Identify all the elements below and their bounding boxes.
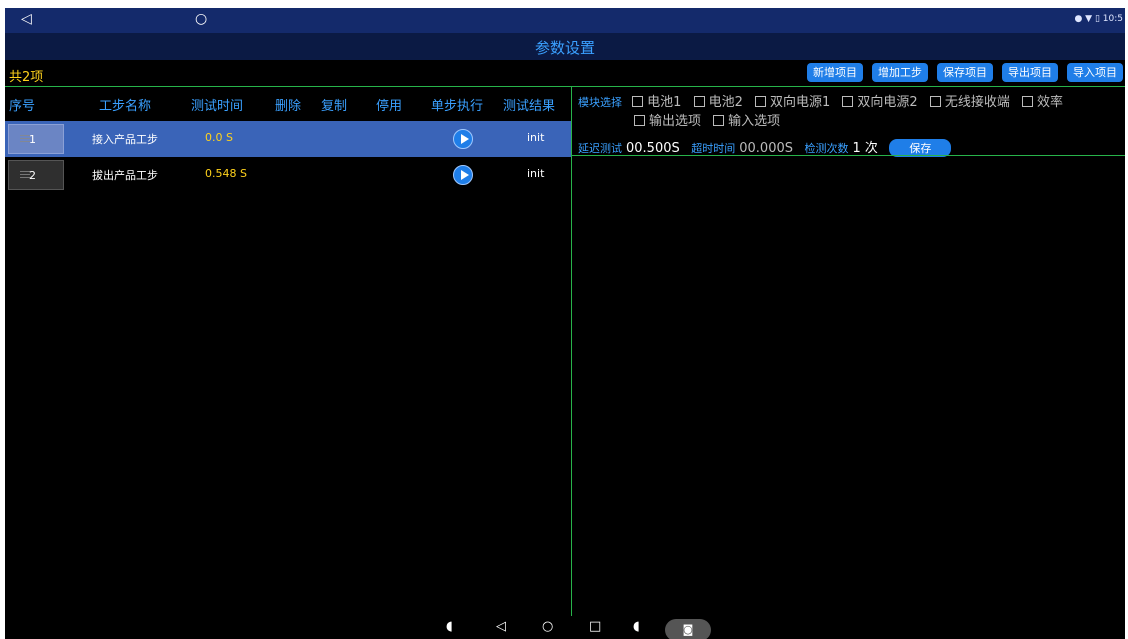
table-row[interactable]: 2 拔出产品工步 0.548 S init xyxy=(5,157,571,193)
checkbox-icon[interactable] xyxy=(632,96,644,107)
volume-down-icon[interactable]: ◖ xyxy=(446,619,453,634)
step-settings-panel: 模块选择 电池1 电池2 双向电源1 双向电源2 无线接收端 效率 输出选项 输… xyxy=(572,87,1125,617)
checkbox-battery1[interactable]: 电池1 xyxy=(632,95,681,110)
import-project-button[interactable]: 导入项目 xyxy=(1067,63,1123,82)
checkbox-wireless-receiver[interactable]: 无线接收端 xyxy=(929,95,1010,110)
delay-value[interactable]: 00.500S xyxy=(626,141,680,156)
screen: ◁ ○ ● ▼ ▯ 10:5 参数设置 共2项 新增项目 增加工步 保存项目 导… xyxy=(5,8,1125,639)
timeout-value[interactable]: 00.000S xyxy=(739,141,793,156)
checkbox-icon[interactable] xyxy=(842,96,854,107)
timeout-label: 超时时间 xyxy=(691,142,736,155)
status-bar: ◁ ○ ● ▼ ▯ 10:5 xyxy=(5,8,1125,33)
row-index[interactable]: 1 xyxy=(8,124,64,154)
checkbox-icon[interactable] xyxy=(634,115,645,126)
row-index[interactable]: 2 xyxy=(8,160,64,190)
add-step-button[interactable]: 增加工步 xyxy=(872,63,928,82)
step-list-panel: 序号 工步名称 测试时间 删除 复制 停用 单步执行 测试结果 1 接入产品工步… xyxy=(5,87,571,617)
module-select: 模块选择 电池1 电池2 双向电源1 双向电源2 无线接收端 效率 xyxy=(578,93,1118,112)
nav-bar: ◖ ◁ ○ □ ◖ ◙ xyxy=(5,616,1125,639)
step-time: 0.0 S xyxy=(205,131,233,144)
export-project-button[interactable]: 导出项目 xyxy=(1002,63,1058,82)
home-icon[interactable]: ○ xyxy=(542,619,553,634)
checkbox-bidirectional-power1[interactable]: 双向电源1 xyxy=(754,95,830,110)
step-name: 接入产品工步 xyxy=(92,133,158,146)
checkbox-icon[interactable] xyxy=(929,96,941,107)
checkbox-input-options[interactable]: 输入选项 xyxy=(713,114,780,129)
back-icon[interactable]: ◁ xyxy=(496,619,506,634)
screenshot-icon[interactable]: ◙ xyxy=(665,619,711,639)
step-time: 0.548 S xyxy=(205,167,247,180)
checkbox-icon[interactable] xyxy=(713,115,725,126)
count-bar: 共2项 新增项目 增加工步 保存项目 导出项目 导入项目 xyxy=(5,60,1125,87)
page-title: 参数设置 xyxy=(534,39,595,57)
header-disable: 停用 xyxy=(376,99,403,114)
status-icons: ● ▼ ▯ 10:5 xyxy=(1074,14,1123,24)
checkbox-bidirectional-power2[interactable]: 双向电源2 xyxy=(842,95,918,110)
horizontal-divider xyxy=(572,155,1125,156)
checkbox-icon[interactable] xyxy=(1021,96,1033,107)
table-header: 序号 工步名称 测试时间 删除 复制 停用 单步执行 测试结果 xyxy=(5,87,571,117)
save-project-button[interactable]: 保存项目 xyxy=(937,63,993,82)
check-count-value[interactable]: 1 次 xyxy=(853,141,878,156)
checkbox-icon[interactable] xyxy=(693,96,705,107)
step-result: init xyxy=(527,167,545,180)
header-single-step: 单步执行 xyxy=(431,99,484,114)
step-result: init xyxy=(527,131,545,144)
toolbar: 新增项目 增加工步 保存项目 导出项目 导入项目 xyxy=(807,63,1123,82)
back-icon[interactable]: ◁ xyxy=(21,11,32,27)
table-row[interactable]: 1 接入产品工步 0.0 S init xyxy=(5,121,571,157)
play-icon[interactable] xyxy=(453,165,473,185)
checkbox-output-options[interactable]: 输出选项 xyxy=(634,114,701,129)
header-test-time: 测试时间 xyxy=(191,99,244,114)
header-index: 序号 xyxy=(9,99,36,114)
header-delete: 删除 xyxy=(275,99,302,114)
volume-up-icon[interactable]: ◖ xyxy=(633,619,640,634)
checkbox-efficiency[interactable]: 效率 xyxy=(1021,95,1063,110)
delay-label: 延迟测试 xyxy=(578,142,622,155)
check-count-label: 检测次数 xyxy=(804,142,849,155)
item-count: 共2项 xyxy=(9,70,44,85)
play-icon[interactable] xyxy=(453,129,473,149)
checkbox-icon[interactable] xyxy=(754,96,766,107)
clock: 10:5 xyxy=(1102,14,1123,24)
checkbox-battery2[interactable]: 电池2 xyxy=(693,95,743,110)
header-step-name: 工步名称 xyxy=(99,99,152,114)
new-project-button[interactable]: 新增项目 xyxy=(807,63,863,82)
module-select-line2: 输出选项 输入选项 xyxy=(634,112,1114,131)
step-name: 拔出产品工步 xyxy=(92,169,158,182)
header-copy: 复制 xyxy=(321,99,348,114)
recents-icon[interactable]: □ xyxy=(589,619,601,634)
header-test-result: 测试结果 xyxy=(503,99,556,114)
module-select-label: 模块选择 xyxy=(578,96,622,109)
home-icon[interactable]: ○ xyxy=(195,11,207,27)
title-bar: 参数设置 xyxy=(5,33,1125,60)
